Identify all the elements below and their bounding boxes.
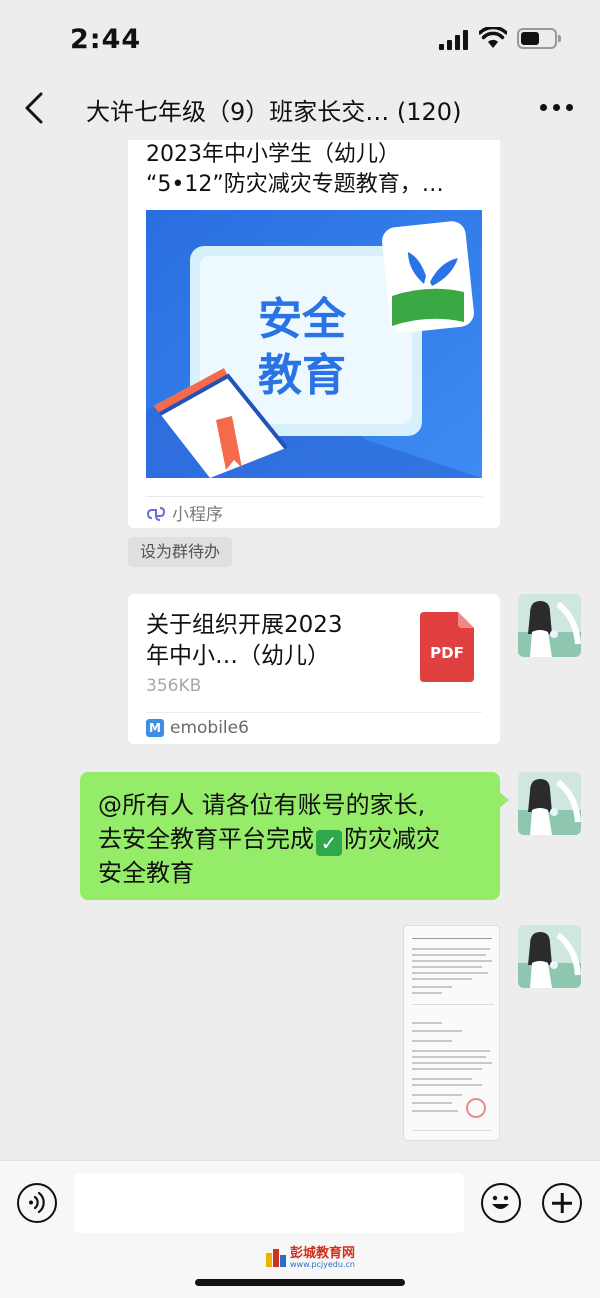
watermark-logo-icon (266, 1249, 286, 1267)
more-functions-button[interactable] (542, 1183, 582, 1223)
card-divider (146, 712, 482, 713)
file-name-line2: 年中小…（幼儿） (146, 643, 330, 669)
message-line3: 安全教育 (98, 859, 194, 887)
emoji-button[interactable] (481, 1183, 521, 1223)
file-source: M emobile6 (146, 718, 249, 738)
smiley-icon (492, 1195, 509, 1209)
text-message-bubble[interactable]: @所有人 请各位有账号的家长, 去安全教育平台完成 ✓ 防灾减灾 安全教育 (80, 772, 509, 900)
file-size: 356KB (146, 676, 202, 696)
status-time: 2:44 (70, 24, 142, 55)
mini-program-card[interactable]: 2023年中小学生（幼儿） “5•12”防灾减灾专题教育，… 安全 教育 小程序 (128, 140, 500, 528)
file-name-line1: 关于组织开展2023 (146, 612, 343, 638)
pdf-file-icon: PDF (420, 612, 474, 682)
avatar[interactable] (518, 594, 581, 657)
home-indicator[interactable] (195, 1279, 405, 1286)
chat-title: 大许七年级（9）班家长交… (120) (86, 98, 462, 126)
site-watermark: 彭城教育网 www.pcjyedu.cn (266, 1247, 355, 1269)
avatar[interactable] (518, 925, 581, 988)
wifi-icon (479, 27, 507, 48)
avatar-image (518, 925, 581, 988)
chat-input-bar: 彭城教育网 www.pcjyedu.cn (0, 1160, 600, 1298)
avatar[interactable] (518, 772, 581, 835)
message-input[interactable] (74, 1173, 464, 1233)
emobile-app-icon: M (146, 719, 164, 737)
mini-program-title: 2023年中小学生（幼儿） “5•12”防灾减灾专题教育，… (146, 140, 486, 200)
thumb-text-line2: 教育 (258, 350, 346, 401)
set-group-todo-button[interactable]: 设为群待办 (128, 537, 233, 567)
message-line2-end: 防灾减灾 (344, 825, 440, 853)
message-line2-start: 去安全教育平台完成 (98, 825, 314, 853)
thumb-text-line1: 安全 (258, 294, 347, 345)
mini-program-source: 小程序 (146, 500, 223, 525)
card-divider (146, 496, 482, 497)
message-line1: @所有人 请各位有账号的家长, (98, 791, 426, 819)
mini-program-title-line2: “5•12”防灾减灾专题教育，… (146, 172, 444, 197)
battery-level (521, 32, 539, 45)
file-message-card[interactable]: 关于组织开展2023 年中小…（幼儿） 356KB PDF M emobile6 (128, 594, 500, 744)
file-source-label: emobile6 (170, 718, 249, 738)
message-line2: 去安全教育平台完成 ✓ 防灾减灾 (98, 822, 482, 856)
chat-header: 大许七年级（9）班家长交… (120) (0, 78, 600, 140)
check-mark-icon: ✓ (316, 830, 342, 856)
status-bar: 2:44 (0, 0, 600, 78)
mini-program-source-label: 小程序 (172, 505, 223, 525)
back-arrow-icon[interactable] (20, 90, 50, 126)
mini-program-title-line1: 2023年中小学生（幼儿） (146, 142, 400, 167)
safety-education-thumbnail: 安全 教育 (146, 210, 482, 478)
safety-education-illustration: 安全 教育 (146, 210, 482, 478)
pdf-label: PDF (430, 644, 464, 662)
battery-icon (517, 28, 561, 49)
image-message-thumbnail[interactable] (403, 925, 500, 1141)
avatar-image (518, 772, 581, 835)
voice-wave-icon (29, 1191, 45, 1214)
mini-program-icon (146, 506, 166, 521)
cellular-signal-icon (439, 30, 469, 50)
avatar-image (518, 594, 581, 657)
watermark-name: 彭城教育网 (290, 1246, 356, 1261)
watermark-url: www.pcjyedu.cn (290, 1260, 355, 1269)
file-name: 关于组织开展2023 年中小…（幼儿） (146, 610, 396, 672)
red-seal-stamp (466, 1098, 486, 1118)
voice-input-button[interactable] (17, 1183, 57, 1223)
more-options-icon[interactable] (540, 103, 574, 113)
